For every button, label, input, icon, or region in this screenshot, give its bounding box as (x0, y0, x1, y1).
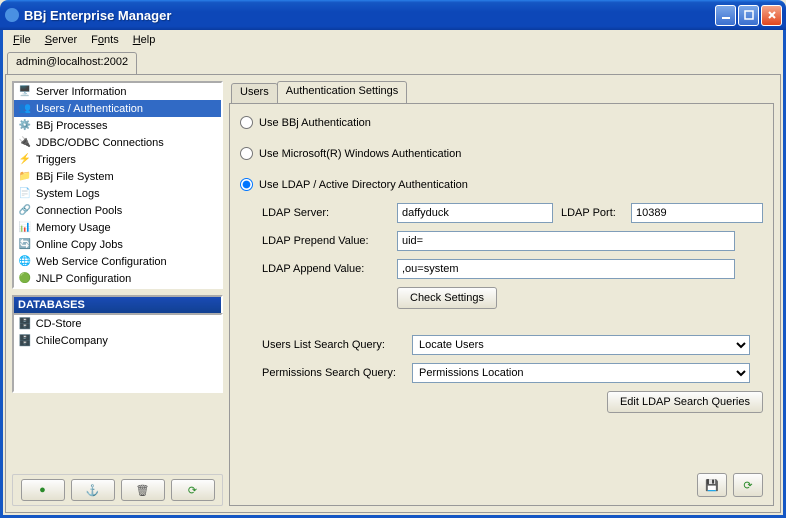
users-query-select[interactable]: Locate Users (412, 335, 750, 355)
auth-option-windows[interactable]: Use Microsoft(R) Windows Authentication (240, 147, 763, 160)
ldap-port-label: LDAP Port: (561, 207, 631, 219)
app-icon (4, 7, 20, 23)
save-button[interactable]: 💾 (697, 473, 727, 497)
pool-icon: 🔗 (18, 204, 32, 218)
radio-label: Use LDAP / Active Directory Authenticati… (259, 179, 468, 191)
nav-item-jnlp[interactable]: 🟢 JNLP Configuration (14, 270, 221, 287)
radio-windows[interactable] (240, 147, 253, 160)
database-icon: 🗄️ (18, 334, 32, 347)
left-toolbar: ● ⚓ 🗑 ⟳ (12, 474, 223, 506)
globe-icon: 🌐 (18, 255, 32, 269)
refresh-button[interactable]: ⟳ (171, 479, 215, 501)
databases-header: DATABASES (12, 295, 223, 313)
edit-ldap-queries-button[interactable]: Edit LDAP Search Queries (607, 391, 763, 413)
tab-auth-settings[interactable]: Authentication Settings (277, 81, 408, 103)
nav-label: Triggers (36, 154, 76, 166)
gear-icon: ⚙️ (18, 119, 32, 133)
ldap-append-label: LDAP Append Value: (262, 263, 397, 275)
nav-item-bbj-processes[interactable]: ⚙️ BBj Processes (14, 117, 221, 134)
ldap-prepend-label: LDAP Prepend Value: (262, 235, 397, 247)
jnlp-icon: 🟢 (18, 272, 32, 286)
plus-icon: ● (39, 484, 46, 496)
log-icon: 📄 (18, 187, 32, 201)
nav-item-filesystem[interactable]: 📁 BBj File System (14, 168, 221, 185)
chart-icon: 📊 (18, 221, 32, 235)
add-button[interactable]: ● (21, 479, 65, 501)
minimize-button[interactable] (715, 5, 736, 26)
db-icon: 🔌 (18, 136, 32, 150)
radio-bbj[interactable] (240, 116, 253, 129)
refresh-icon: ⟳ (743, 479, 752, 492)
users-icon: 👥 (18, 102, 32, 116)
databases-list: 🗄️ CD-Store 🗄️ ChileCompany (12, 313, 223, 393)
radio-label: Use BBj Authentication (259, 117, 371, 129)
anchor-icon: ⚓ (86, 484, 100, 497)
menu-file[interactable]: File (7, 32, 37, 48)
delete-button[interactable]: 🗑 (121, 479, 165, 501)
tab-users[interactable]: Users (231, 83, 278, 103)
nav-label: JNLP Configuration (36, 273, 131, 285)
auth-option-ldap[interactable]: Use LDAP / Active Directory Authenticati… (240, 178, 763, 191)
nav-label: Web Service Configuration (36, 256, 167, 268)
nav-label: Server Information (36, 86, 126, 98)
server-icon: 🖥️ (18, 85, 32, 99)
menu-fonts[interactable]: Fonts (85, 32, 125, 48)
anchor-button[interactable]: ⚓ (71, 479, 115, 501)
connection-tab[interactable]: admin@localhost:2002 (7, 52, 137, 74)
db-item-chilecompany[interactable]: 🗄️ ChileCompany (14, 332, 221, 349)
nav-label: BBj File System (36, 171, 114, 183)
window-title: BBj Enterprise Manager (24, 8, 715, 23)
nav-list: 🖥️ Server Information 👥 Users / Authentica… (12, 81, 223, 289)
menu-server[interactable]: Server (39, 32, 83, 48)
database-icon: 🗄️ (18, 317, 32, 330)
nav-label: Users / Authentication (36, 103, 143, 115)
nav-item-memory-usage[interactable]: 📊 Memory Usage (14, 219, 221, 236)
nav-item-jdbc-odbc[interactable]: 🔌 JDBC/ODBC Connections (14, 134, 221, 151)
perms-query-select[interactable]: Permissions Location (412, 363, 750, 383)
nav-item-users-auth[interactable]: 👥 Users / Authentication (14, 100, 221, 117)
nav-label: Connection Pools (36, 205, 122, 217)
auth-option-bbj[interactable]: Use BBj Authentication (240, 116, 763, 129)
nav-item-connection-pools[interactable]: 🔗 Connection Pools (14, 202, 221, 219)
trigger-icon: ⚡ (18, 153, 32, 167)
ldap-prepend-input[interactable] (397, 231, 735, 251)
perms-query-label: Permissions Search Query: (262, 367, 412, 379)
nav-label: JDBC/ODBC Connections (36, 137, 164, 149)
users-query-label: Users List Search Query: (262, 339, 412, 351)
nav-item-online-copy[interactable]: 🔄 Online Copy Jobs (14, 236, 221, 253)
nav-label: Online Copy Jobs (36, 239, 123, 251)
nav-item-web-service[interactable]: 🌐 Web Service Configuration (14, 253, 221, 270)
radio-ldap[interactable] (240, 178, 253, 191)
maximize-button[interactable] (738, 5, 759, 26)
menu-help[interactable]: Help (127, 32, 162, 48)
ldap-server-input[interactable] (397, 203, 553, 223)
db-label: ChileCompany (36, 335, 108, 347)
nav-label: BBj Processes (36, 120, 108, 132)
menu-bar: File Server Fonts Help (0, 30, 786, 50)
nav-label: System Logs (36, 188, 100, 200)
ldap-server-label: LDAP Server: (262, 207, 397, 219)
ldap-port-input[interactable] (631, 203, 763, 223)
ldap-append-input[interactable] (397, 259, 735, 279)
radio-label: Use Microsoft(R) Windows Authentication (259, 148, 461, 160)
db-label: CD-Store (36, 318, 82, 330)
copy-icon: 🔄 (18, 238, 32, 252)
check-settings-button[interactable]: Check Settings (397, 287, 497, 309)
trash-icon: 🗑 (136, 484, 150, 497)
title-bar: BBj Enterprise Manager (0, 0, 786, 30)
disk-icon: 💾 (705, 479, 719, 492)
nav-item-triggers[interactable]: ⚡ Triggers (14, 151, 221, 168)
refresh-form-button[interactable]: ⟳ (733, 473, 763, 497)
nav-item-system-logs[interactable]: 📄 System Logs (14, 185, 221, 202)
nav-label: Memory Usage (36, 222, 111, 234)
nav-item-server-info[interactable]: 🖥️ Server Information (14, 83, 221, 100)
close-button[interactable] (761, 5, 782, 26)
db-item-cdstore[interactable]: 🗄️ CD-Store (14, 315, 221, 332)
folder-icon: 📁 (18, 170, 32, 184)
refresh-icon: ⟳ (188, 484, 197, 497)
